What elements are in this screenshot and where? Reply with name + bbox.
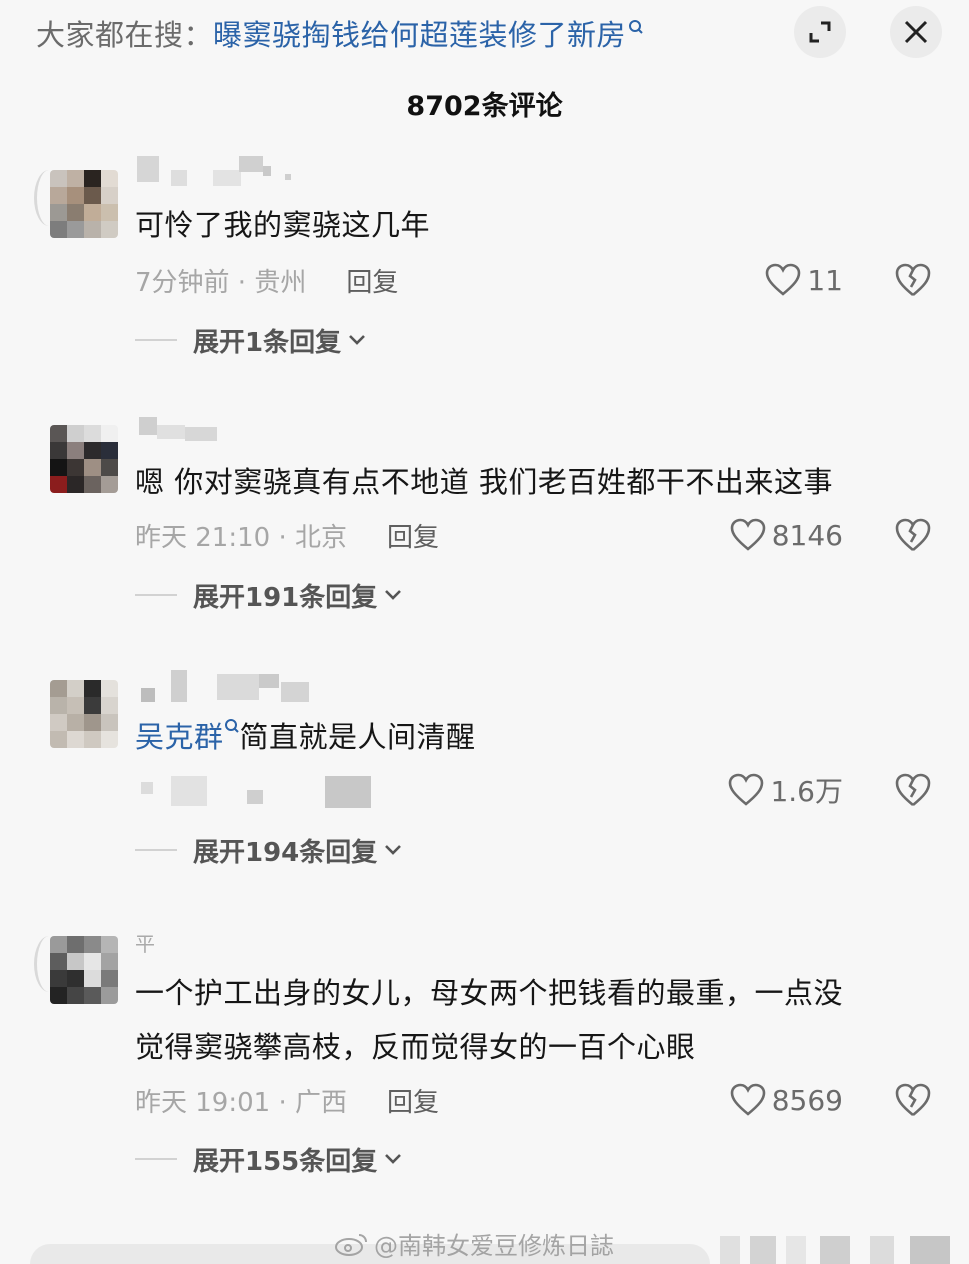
username-blurred[interactable] <box>135 670 335 702</box>
divider-line <box>135 594 177 596</box>
comment-text: 一个护工出身的女儿，母女两个把钱看的最重，一点没 觉得窦骁攀高枝，反而觉得女的一… <box>135 966 925 1074</box>
comment-item: 平 一个护工出身的女儿，母女两个把钱看的最重，一点没 觉得窦骁攀高枝，反而觉得女… <box>0 920 969 1210</box>
chevron-down-icon <box>385 845 402 855</box>
comment-meta: 昨天 21:10 · 北京 回复 <box>135 515 439 555</box>
like-count: 8569 <box>771 1083 843 1117</box>
like-count: 1.6万 <box>770 775 843 808</box>
comment-meta: 昨天 19:01 · 广西 回复 <box>135 1080 439 1120</box>
reply-button[interactable]: 回复 <box>346 262 398 299</box>
close-button[interactable] <box>890 6 942 58</box>
expand-replies-label: 展开155条回复 <box>193 1146 378 1177</box>
reply-button[interactable]: 回复 <box>387 1082 439 1119</box>
username[interactable]: 平 <box>135 928 155 957</box>
avatar[interactable] <box>50 936 118 1004</box>
like-count: 8146 <box>771 518 843 552</box>
username-blurred[interactable] <box>135 156 335 186</box>
hot-search-bar[interactable]: 大家都在搜： 曝窦骁掏钱给何超莲装修了新房 <box>36 12 644 54</box>
expand-replies-label: 展开191条回复 <box>193 582 378 613</box>
avatar[interactable] <box>50 425 118 493</box>
divider-line <box>135 849 177 851</box>
comment-text-line: 觉得窦骁攀高枝，反而觉得女的一百个心眼 <box>135 1030 696 1064</box>
comment-time-location: 7分钟前 · 贵州 <box>135 267 307 298</box>
like-button[interactable]: 8569 <box>730 1080 843 1120</box>
expand-replies-button[interactable]: 展开194条回复 <box>135 830 403 870</box>
hot-search-prefix: 大家都在搜： <box>36 18 214 52</box>
comment-text: 可怜了我的窦骁这几年 <box>135 208 431 242</box>
comment-item: 可怜了我的窦骁这几年 7分钟前 · 贵州 回复 11 展开1条回复 <box>0 150 969 380</box>
avatar[interactable] <box>50 170 118 238</box>
close-icon <box>904 20 928 44</box>
like-button[interactable]: 8146 <box>730 515 843 555</box>
expand-replies-label: 展开194条回复 <box>193 837 378 868</box>
heart-icon <box>729 773 764 806</box>
expand-replies-button[interactable]: 展开155条回复 <box>135 1139 403 1179</box>
expand-button[interactable] <box>794 6 846 58</box>
avatar[interactable] <box>50 680 118 748</box>
broken-heart-icon[interactable] <box>894 771 932 809</box>
comment-item: 吴克群 简直就是人间清醒 1.6万 展开194条回复 <box>0 660 969 890</box>
expand-icon <box>809 21 831 43</box>
comment-text-line: 一个护工出身的女儿，母女两个把钱看的最重，一点没 <box>135 976 844 1010</box>
weibo-logo-icon <box>335 1233 367 1256</box>
watermark-text: @南韩女爱豆修炼日誌 <box>374 1232 614 1260</box>
broken-heart-icon[interactable] <box>894 261 932 299</box>
like-button[interactable]: 11 <box>765 260 843 300</box>
weibo-watermark: @南韩女爱豆修炼日誌 <box>334 1226 614 1261</box>
expand-replies-label: 展开1条回复 <box>193 327 342 358</box>
mention-link[interactable]: 吴克群 <box>135 720 224 754</box>
comment-count-title: 8702条评论 <box>406 91 563 122</box>
hot-search-topic-link[interactable]: 曝窦骁掏钱给何超莲装修了新房 <box>213 12 626 54</box>
chevron-down-icon <box>385 1154 402 1164</box>
bottom-toolbar-blurred <box>720 1236 969 1264</box>
comment-text: 嗯 你对窦骁真有点不地道 我们老百姓都干不出来这事 <box>135 465 833 499</box>
comment-time-location: 昨天 19:01 · 广西 <box>135 1087 347 1118</box>
search-icon <box>224 719 239 733</box>
expand-replies-button[interactable]: 展开191条回复 <box>135 575 403 615</box>
heart-icon <box>730 518 766 551</box>
meta-blurred <box>135 776 395 808</box>
broken-heart-icon[interactable] <box>894 516 932 554</box>
comment-time-location: 昨天 21:10 · 北京 <box>135 522 347 553</box>
like-count: 11 <box>807 263 843 297</box>
chevron-down-icon <box>385 590 402 600</box>
comment-body: 简直就是人间清醒 <box>239 720 476 754</box>
reply-button[interactable]: 回复 <box>387 517 439 554</box>
expand-replies-button[interactable]: 展开1条回复 <box>135 320 367 360</box>
divider-line <box>135 339 177 341</box>
divider-line <box>135 1158 177 1160</box>
comment-text: 吴克群 简直就是人间清醒 <box>135 710 925 764</box>
broken-heart-icon[interactable] <box>894 1081 932 1119</box>
heart-icon <box>730 1083 766 1116</box>
username-blurred[interactable] <box>135 417 335 447</box>
chevron-down-icon <box>349 335 366 345</box>
search-icon <box>628 12 644 34</box>
like-button[interactable]: 1.6万 <box>728 770 843 810</box>
comment-item: 嗯 你对窦骁真有点不地道 我们老百姓都干不出来这事 昨天 21:10 · 北京 … <box>0 405 969 635</box>
heart-icon <box>766 263 801 296</box>
comment-meta: 7分钟前 · 贵州 回复 <box>135 260 398 300</box>
